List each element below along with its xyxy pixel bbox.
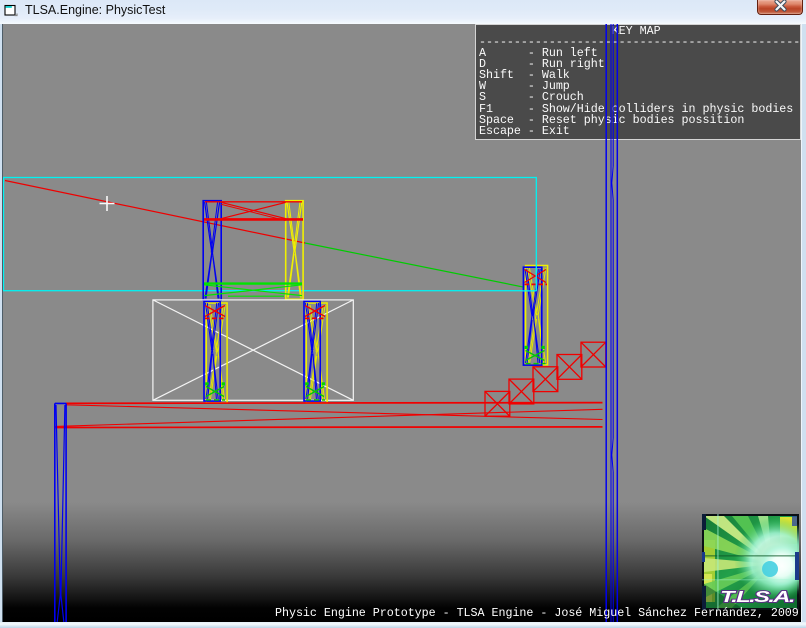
svg-text:T.L.S.A.: T.L.S.A. [720, 589, 794, 606]
